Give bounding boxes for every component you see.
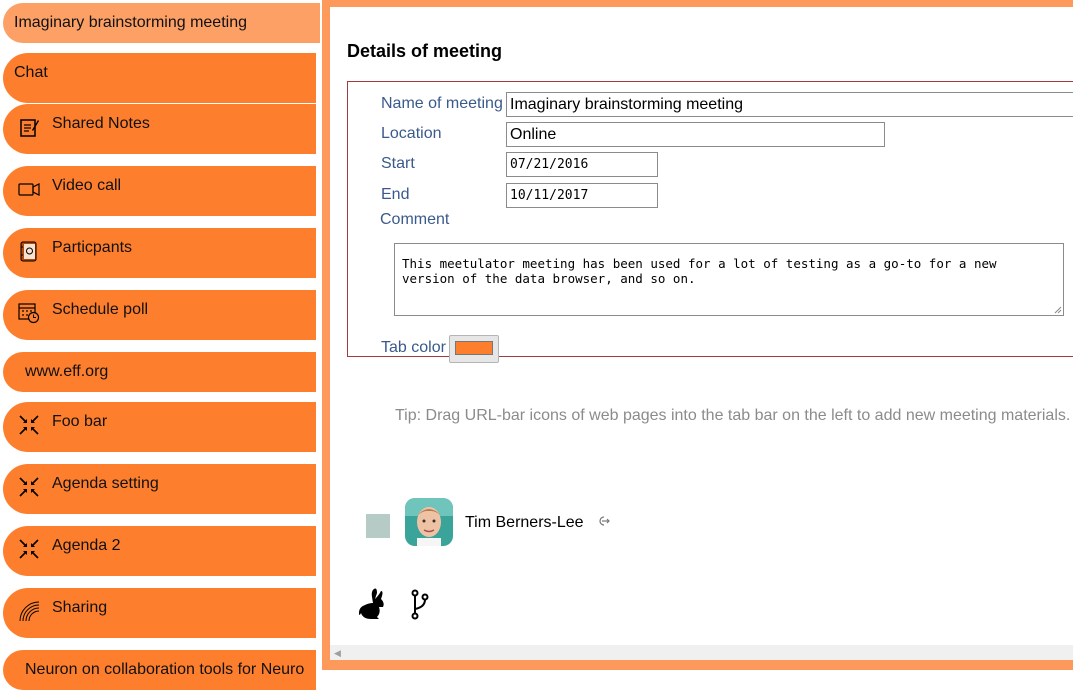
start-label: Start (381, 155, 415, 172)
calendar-clock-icon (18, 303, 40, 324)
tab-video-call[interactable]: Video call (3, 166, 316, 216)
main-panel: Details of meeting Name of meeting Imagi… (322, 0, 1073, 670)
tab-eff-link[interactable]: www.eff.org (3, 352, 316, 392)
notes-icon (20, 119, 39, 137)
tab-shared-notes[interactable]: Shared Notes (3, 104, 316, 154)
horizontal-scrollbar[interactable]: ◀ (330, 645, 1073, 660)
tab-meeting-details[interactable]: Imaginary brainstorming meeting (3, 3, 320, 43)
tab-label: Schedule poll (52, 301, 149, 318)
rabbit-icon[interactable] (357, 587, 387, 621)
avatar (405, 498, 453, 546)
tab-label: Chat (14, 64, 48, 81)
tab-label: Agenda setting (52, 475, 159, 492)
collapse-arrows-icon (19, 415, 39, 435)
collapse-arrows-icon (19, 539, 39, 559)
scroll-left-icon[interactable]: ◀ (334, 648, 341, 659)
comment-textarea[interactable]: This meetulator meeting has been used fo… (394, 243, 1064, 316)
comment-label: Comment (380, 211, 450, 228)
signal-waves-icon (19, 601, 40, 622)
page-title: Details of meeting (347, 41, 503, 61)
tab-participants[interactable]: Particpants (3, 228, 316, 278)
tab-label: Foo bar (52, 413, 108, 430)
color-swatch (455, 341, 493, 355)
tab-color-label: Tab color (381, 339, 446, 356)
tab-sharing[interactable]: Sharing (3, 588, 316, 638)
tab-agenda-2[interactable]: Agenda 2 (3, 526, 316, 576)
end-label: End (381, 186, 410, 203)
tab-label: Particpants (52, 239, 133, 256)
comment-text: This meetulator meeting has been used fo… (402, 256, 997, 286)
git-fork-icon[interactable] (409, 589, 431, 621)
tab-schedule-poll[interactable]: Schedule poll (3, 290, 316, 340)
content-area: Details of meeting Name of meeting Imagi… (330, 7, 1073, 660)
tab-color-picker[interactable] (449, 335, 499, 363)
resize-handle-icon[interactable] (1054, 306, 1062, 314)
tab-agenda-setting[interactable]: Agenda setting (3, 464, 316, 514)
tab-label: Agenda 2 (52, 537, 121, 554)
end-date-field[interactable]: 10/11/2017 (506, 183, 658, 208)
tab-chat[interactable]: Chat (3, 53, 316, 103)
video-camera-icon (18, 183, 40, 196)
tab-foo-bar[interactable]: Foo bar (3, 402, 316, 452)
address-book-icon (20, 241, 37, 262)
tab-label: Shared Notes (52, 115, 150, 132)
location-field[interactable]: Online (506, 122, 885, 147)
tab-label: Video call (52, 177, 122, 194)
tab-label: Imaginary brainstorming meeting (14, 14, 247, 31)
tab-label: www.eff.org (25, 363, 109, 380)
avatar-photo (405, 498, 453, 546)
tip-text: Tip: Drag URL-bar icons of web pages int… (395, 407, 1071, 424)
participant-name: Tim Berners-Lee (465, 514, 584, 531)
tab-neuron-link[interactable]: Neuron on collaboration tools for Neuro (3, 650, 316, 690)
sidebar: Imaginary brainstorming meeting Chat Sha… (0, 0, 322, 695)
start-date-field[interactable]: 07/21/2016 (506, 152, 658, 177)
name-label: Name of meeting (381, 95, 503, 112)
tab-label: Neuron on collaboration tools for Neuro (25, 661, 305, 678)
tab-label: Sharing (52, 599, 108, 616)
meeting-name-field[interactable]: Imaginary brainstorming meeting (506, 92, 1073, 117)
location-label: Location (381, 125, 442, 142)
participant-checkbox[interactable] (366, 514, 390, 538)
meeting-details-form: Name of meeting Imaginary brainstorming … (347, 81, 1073, 363)
collapse-arrows-icon (19, 477, 39, 497)
link-out-icon[interactable] (597, 514, 611, 528)
